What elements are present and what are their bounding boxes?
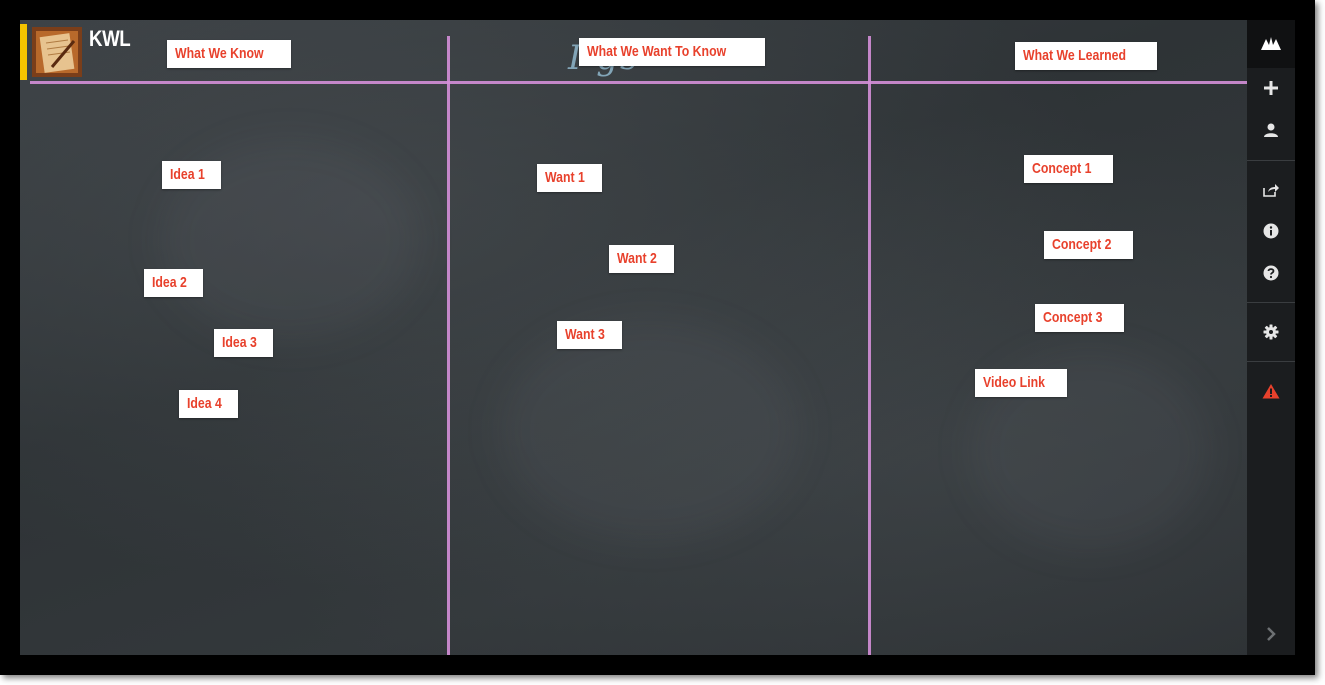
note-concept-1[interactable]: Concept 1 xyxy=(1024,155,1113,183)
account-button[interactable] xyxy=(1247,110,1295,150)
padlet-logo-icon[interactable] xyxy=(1247,24,1295,64)
note-concept-2[interactable]: Concept 2 xyxy=(1044,231,1133,259)
note-video-link[interactable]: Video Link xyxy=(975,369,1067,397)
gear-icon xyxy=(1263,324,1279,340)
warning-icon xyxy=(1262,384,1280,399)
wall-logo xyxy=(32,27,82,77)
note-concept-3[interactable]: Concept 3 xyxy=(1035,304,1124,332)
note-want-2[interactable]: Want 2 xyxy=(609,245,674,273)
chalk-divider-vertical xyxy=(447,36,450,655)
sidebar-divider xyxy=(1247,302,1295,303)
help-button[interactable] xyxy=(1247,253,1295,293)
add-post-button[interactable] xyxy=(1247,68,1295,108)
help-icon xyxy=(1263,265,1279,281)
wall-canvas[interactable]: KWL I gs What We Know What We Want To Kn… xyxy=(20,20,1247,655)
app-frame: KWL I gs What We Know What We Want To Kn… xyxy=(0,0,1315,675)
collapse-sidebar-button[interactable] xyxy=(1247,614,1295,654)
sidebar xyxy=(1247,20,1295,655)
user-icon xyxy=(1264,123,1278,137)
share-icon xyxy=(1263,184,1279,197)
column-header-know[interactable]: What We Know xyxy=(167,40,292,68)
column-header-learned[interactable]: What We Learned xyxy=(1015,42,1157,70)
column-header-want[interactable]: What We Want To Know xyxy=(579,38,765,66)
note-idea-2[interactable]: Idea 2 xyxy=(144,269,203,297)
chevron-right-icon xyxy=(1267,627,1276,641)
info-icon xyxy=(1263,223,1279,239)
share-button[interactable] xyxy=(1247,170,1295,210)
accent-bar xyxy=(20,24,27,80)
note-idea-3[interactable]: Idea 3 xyxy=(214,329,273,357)
settings-button[interactable] xyxy=(1247,312,1295,352)
sidebar-divider xyxy=(1247,361,1295,362)
chalk-divider-vertical xyxy=(868,36,871,655)
report-button[interactable] xyxy=(1247,371,1295,411)
note-want-3[interactable]: Want 3 xyxy=(557,321,622,349)
chalk-divider-horizontal xyxy=(30,81,1247,84)
plus-icon xyxy=(1264,81,1278,95)
note-want-1[interactable]: Want 1 xyxy=(537,164,602,192)
info-button[interactable] xyxy=(1247,211,1295,251)
note-idea-1[interactable]: Idea 1 xyxy=(162,161,221,189)
note-idea-4[interactable]: Idea 4 xyxy=(179,390,238,418)
chalk-smudge xyxy=(500,320,800,540)
sidebar-divider xyxy=(1247,160,1295,161)
wall-title: KWL xyxy=(89,26,131,51)
